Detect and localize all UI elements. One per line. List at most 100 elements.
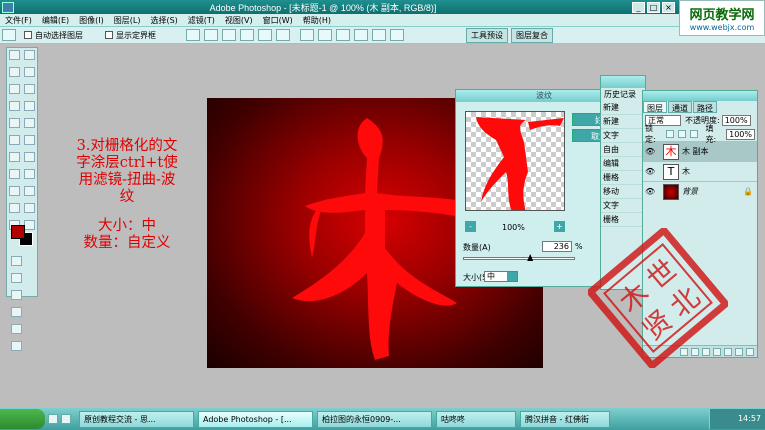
standard-mode-icon[interactable] — [11, 256, 22, 266]
history-item[interactable]: 文字 — [601, 129, 645, 143]
imageready-icon[interactable] — [11, 341, 22, 351]
eye-icon[interactable]: 👁 — [645, 147, 655, 157]
new-layer-icon[interactable] — [735, 347, 743, 356]
slice-tool-icon[interactable] — [24, 84, 35, 94]
magic-wand-icon[interactable] — [24, 67, 35, 77]
layer-thumbnail — [663, 183, 679, 200]
stamp-tool-icon[interactable] — [9, 118, 20, 128]
amount-input[interactable]: 236 — [542, 241, 572, 252]
trash-icon[interactable] — [746, 347, 754, 356]
layer-thumbnail: 木 — [663, 143, 679, 160]
quicklaunch-icon[interactable] — [48, 414, 58, 424]
distribute-left-icon[interactable] — [354, 29, 368, 41]
distribute-middle-icon[interactable] — [318, 29, 332, 41]
distribute-right-icon[interactable] — [390, 29, 404, 41]
screen-mode-icon[interactable] — [11, 290, 22, 300]
eye-icon[interactable]: 👁 — [645, 167, 655, 177]
tab-layer-comps[interactable]: 图层复合 — [511, 27, 553, 43]
layer-row[interactable]: 👁 T 木 — [643, 161, 757, 181]
zoom-tool-icon[interactable] — [24, 220, 35, 230]
tab-channels[interactable]: 通道 — [668, 101, 692, 113]
history-item[interactable]: 自由 — [601, 143, 645, 157]
taskbar-item[interactable]: Adobe Photoshop - [... — [198, 410, 313, 428]
history-item[interactable]: 编辑 — [601, 157, 645, 171]
fill-input[interactable]: 100% — [726, 128, 755, 140]
menu-help[interactable]: 帮助(H) — [298, 15, 336, 26]
amount-slider[interactable] — [463, 257, 575, 260]
blur-tool-icon[interactable] — [9, 152, 20, 162]
brush-tool-icon[interactable] — [24, 101, 35, 111]
auto-select-checkbox[interactable] — [24, 31, 32, 39]
move-tool-icon[interactable] — [2, 29, 16, 41]
zoom-in-button[interactable]: + — [554, 221, 565, 232]
distribute-top-icon[interactable] — [300, 29, 314, 41]
eraser-tool-icon[interactable] — [9, 135, 20, 145]
opacity-input[interactable]: 100% — [721, 114, 751, 126]
lasso-tool-icon[interactable] — [9, 67, 20, 77]
pen-tool-icon[interactable] — [9, 186, 20, 196]
align-left-icon[interactable] — [240, 29, 254, 41]
healing-brush-icon[interactable] — [9, 101, 20, 111]
menu-view[interactable]: 视图(V) — [220, 15, 258, 26]
history-item[interactable]: 新建 — [601, 101, 645, 115]
menu-window[interactable]: 窗口(W) — [258, 15, 298, 26]
distribute-center-icon[interactable] — [372, 29, 386, 41]
align-center-icon[interactable] — [258, 29, 272, 41]
lock-transparency-icon[interactable] — [665, 130, 674, 138]
align-bottom-icon[interactable] — [222, 29, 236, 41]
taskbar-item[interactable]: 咕咚咚 — [436, 410, 516, 428]
taskbar-item[interactable]: 原创教程交流 - 思... — [79, 410, 194, 428]
dodge-tool-icon[interactable] — [24, 152, 35, 162]
menu-image[interactable]: 图像(I) — [74, 15, 109, 26]
history-item[interactable]: 栅格 — [601, 171, 645, 185]
tab-paths[interactable]: 路径 — [693, 101, 717, 113]
tab-tool-presets[interactable]: 工具预设 — [466, 27, 508, 43]
start-button[interactable] — [0, 409, 45, 429]
history-item[interactable]: 移动 — [601, 185, 645, 199]
move-tool-icon[interactable] — [24, 50, 35, 60]
zoom-out-button[interactable]: - — [465, 221, 476, 232]
quickmask-mode-icon[interactable] — [11, 273, 22, 283]
distribute-bottom-icon[interactable] — [336, 29, 350, 41]
path-select-icon[interactable] — [9, 169, 20, 179]
lock-image-icon[interactable] — [677, 130, 686, 138]
history-item[interactable]: 栅格 — [601, 213, 645, 227]
maximize-button[interactable]: □ — [647, 1, 660, 13]
menu-edit[interactable]: 编辑(E) — [37, 15, 74, 26]
layer-row[interactable]: 👁 背景 🔒 — [643, 181, 757, 201]
quicklaunch-icon[interactable] — [61, 414, 71, 424]
close-button[interactable]: × — [662, 1, 675, 13]
taskbar-item[interactable]: 柏拉图的永恒0909-... — [317, 410, 432, 428]
taskbar-item[interactable]: 腾汉拼音 - 红佛街 — [520, 410, 610, 428]
menu-filter[interactable]: 滤镜(T) — [183, 15, 220, 26]
filter-preview[interactable] — [465, 111, 565, 211]
eye-icon[interactable]: 👁 — [645, 187, 655, 197]
history-item[interactable]: 新建 — [601, 115, 645, 129]
fullscreen-mode-icon[interactable] — [11, 307, 22, 317]
menu-select[interactable]: 选择(S) — [145, 15, 182, 26]
history-item[interactable]: 文字 — [601, 199, 645, 213]
show-bounds-checkbox[interactable] — [105, 31, 113, 39]
eyedropper-icon[interactable] — [24, 203, 35, 213]
notes-tool-icon[interactable] — [9, 203, 20, 213]
foreground-color-swatch[interactable] — [11, 225, 25, 239]
size-select[interactable]: 中 — [484, 271, 518, 282]
tab-history[interactable]: 历史记录 — [601, 88, 645, 101]
lock-position-icon[interactable] — [689, 130, 698, 138]
align-top-icon[interactable] — [186, 29, 200, 41]
marquee-tool-icon[interactable] — [9, 50, 20, 60]
menu-file[interactable]: 文件(F) — [0, 15, 37, 26]
minimize-button[interactable]: _ — [632, 1, 645, 13]
align-right-icon[interactable] — [276, 29, 290, 41]
menu-screen-mode-icon[interactable] — [11, 324, 22, 334]
menu-layer[interactable]: 图层(L) — [109, 15, 146, 26]
lock-label: 锁定: — [645, 124, 656, 144]
system-clock: 14:57 — [709, 409, 765, 429]
gradient-tool-icon[interactable] — [24, 135, 35, 145]
history-brush-icon[interactable] — [24, 118, 35, 128]
tab-layers[interactable]: 图层 — [643, 101, 667, 113]
shape-tool-icon[interactable] — [24, 186, 35, 196]
type-tool-icon[interactable] — [24, 169, 35, 179]
crop-tool-icon[interactable] — [9, 84, 20, 94]
align-middle-icon[interactable] — [204, 29, 218, 41]
